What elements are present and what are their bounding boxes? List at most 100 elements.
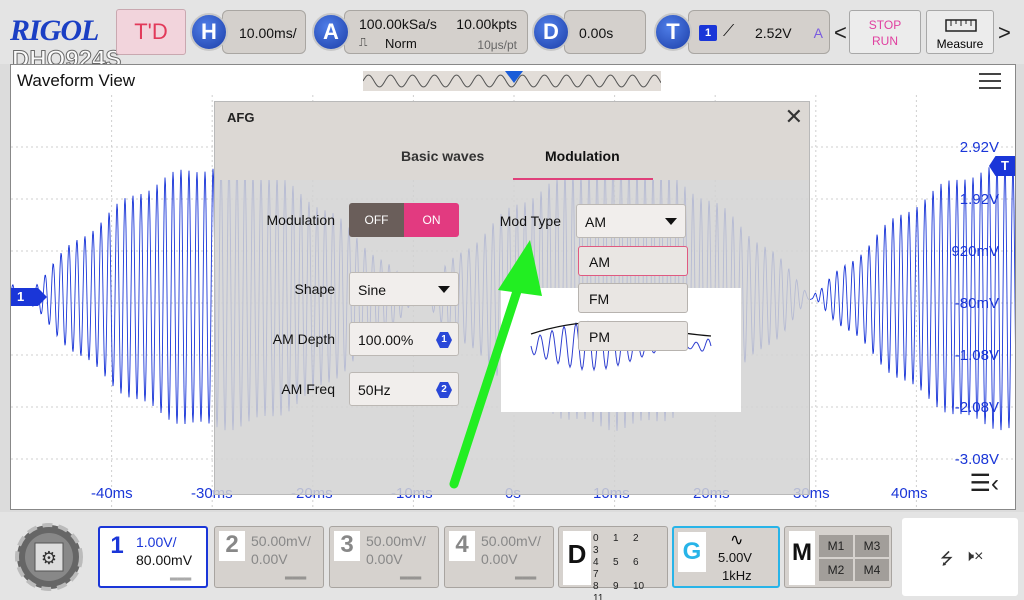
math-box[interactable]: M M1 M3 M2 M4: [784, 526, 892, 588]
vertical-label-1: 1.92V: [959, 191, 999, 208]
d-ch: 3: [593, 545, 599, 556]
speaker-muted-icon[interactable]: 🕨×: [964, 548, 983, 566]
shape-value: Sine: [358, 282, 387, 298]
settings-gear-icon[interactable]: ⚙: [8, 518, 90, 596]
memory-depth: 10.00kpts: [456, 16, 517, 32]
vertical-label-5: -2.08V: [954, 399, 999, 416]
toggle-off[interactable]: OFF: [349, 203, 404, 237]
acquire-badge[interactable]: A: [312, 13, 350, 51]
close-icon[interactable]: ✕: [785, 106, 803, 128]
measure-button[interactable]: Measure: [926, 10, 994, 54]
mod-type-option-am[interactable]: AM: [578, 246, 688, 276]
trigger-source: 1: [699, 25, 717, 41]
math-m2[interactable]: M2: [819, 559, 853, 581]
vertical-label-3: -80mV: [954, 295, 999, 312]
channel-4-box[interactable]: 4 50.00mV/ 0.00V ═══: [444, 526, 554, 588]
digital-channels-box[interactable]: D 0123 4567 891011 12131415: [558, 526, 668, 600]
mod-type-option-fm[interactable]: FM: [578, 283, 688, 313]
mod-type-label: Mod Type: [499, 213, 561, 229]
generator-box[interactable]: G ∿ 5.00V 1kHz: [672, 526, 780, 588]
mod-type-value: AM: [585, 214, 606, 230]
shape-select[interactable]: Sine: [349, 272, 459, 306]
afg-dialog-header: AFG ✕: [215, 102, 809, 132]
channel-1-scale: 1.00V/: [136, 534, 177, 550]
shape-label: Shape: [294, 281, 335, 297]
time-per-point: 10μs/pt: [477, 38, 517, 52]
menu-icon[interactable]: [979, 73, 1001, 89]
afg-dialog: AFG ✕ Basic waves Modulation Modulation …: [214, 101, 810, 495]
horizontal-scale-pill[interactable]: 10.00ms/: [222, 10, 306, 54]
modulation-label: Modulation: [266, 212, 336, 228]
horizontal-badge[interactable]: H: [190, 13, 228, 51]
channel-3-scale: 50.00mV/: [366, 533, 426, 549]
channel-2-number: 2: [219, 531, 245, 561]
dc-coupling-icon: ═══: [285, 573, 307, 584]
delay-value: 0.00s: [579, 25, 614, 41]
sine-wave-icon: ∿: [730, 532, 744, 549]
delay-badge[interactable]: D: [532, 13, 570, 51]
chevron-right-icon[interactable]: >: [998, 20, 1011, 46]
channel-4-scale: 50.00mV/: [481, 533, 541, 549]
d-ch: 0: [593, 533, 599, 544]
triggered-status-button[interactable]: T'D: [116, 9, 186, 55]
channel-2-box[interactable]: 2 50.00mV/ 0.00V ═══: [214, 526, 324, 588]
am-freq-input[interactable]: 50Hz 2: [349, 372, 459, 406]
channel-3-offset: 0.00V: [366, 551, 403, 567]
d-ch: 5: [613, 557, 619, 568]
top-toolbar: RIGOL DHO924S T'D 10.00ms/ H 100.00kSa/s…: [0, 0, 1024, 74]
waveform-view-title: Waveform View: [17, 71, 136, 90]
am-depth-value: 100.00%: [358, 332, 414, 348]
math-m3[interactable]: M3: [855, 535, 889, 557]
delay-pill[interactable]: 0.00s: [564, 10, 646, 54]
d-ch: 1: [613, 533, 619, 544]
modulation-toggle[interactable]: OFF ON: [349, 203, 459, 237]
system-status-box: ⭍ 🕨×: [902, 518, 1018, 596]
tab-basic-waves[interactable]: Basic waves: [401, 148, 484, 164]
dc-coupling-icon: ═══: [515, 573, 537, 584]
channel-4-number: 4: [449, 531, 475, 561]
svg-text:⚙: ⚙: [41, 548, 57, 569]
trigger-pill[interactable]: 1 ⟋ 2.52V A: [688, 10, 830, 54]
toggle-on[interactable]: ON: [404, 203, 459, 237]
horizontal-scale-value: 10.00ms/: [239, 25, 297, 41]
stop-run-button[interactable]: STOP RUN: [849, 10, 921, 54]
am-depth-input[interactable]: 100.00% 1: [349, 322, 459, 356]
tab-modulation[interactable]: Modulation: [545, 148, 620, 164]
channel-1-box[interactable]: 1 1.00V/ 80.00mV ═══: [98, 526, 208, 588]
afg-dialog-title: AFG: [227, 110, 255, 125]
vertical-label-0: 2.92V: [959, 139, 999, 156]
time-label-0: -40ms: [91, 485, 133, 502]
usb-icon[interactable]: ⭍: [940, 548, 953, 575]
channel-1-offset: 80.00mV: [136, 552, 193, 568]
chevron-left-icon[interactable]: <: [834, 20, 847, 46]
d-ch: 2: [633, 533, 639, 544]
run-label: RUN: [872, 34, 898, 48]
acquire-pill[interactable]: 100.00kSa/s 10.00kpts ⎍ Norm 10μs/pt: [344, 10, 528, 54]
mod-type-option-pm[interactable]: PM: [578, 321, 688, 351]
channel-1-number: 1: [104, 532, 130, 562]
math-m1[interactable]: M1: [819, 535, 853, 557]
math-label: M: [789, 531, 815, 585]
caret-down-icon: [438, 286, 450, 293]
channel-3-box[interactable]: 3 50.00mV/ 0.00V ═══: [329, 526, 439, 588]
math-m4[interactable]: M4: [855, 559, 889, 581]
generator-amplitude: 5.00V: [718, 550, 752, 565]
generator-frequency: 1kHz: [722, 568, 752, 583]
vertical-label-4: -1.08V: [954, 347, 999, 364]
d-ch: 4: [593, 557, 599, 568]
am-freq-label: AM Freq: [281, 381, 335, 397]
trigger-badge[interactable]: T: [654, 13, 692, 51]
mod-type-select[interactable]: AM: [576, 204, 686, 238]
am-freq-value: 50Hz: [358, 382, 391, 398]
active-tab-indicator: [513, 178, 653, 180]
d-ch: 8: [593, 581, 599, 592]
trigger-position-marker[interactable]: [505, 71, 523, 83]
collapse-panel-icon[interactable]: ☰‹: [969, 469, 999, 498]
measure-label: Measure: [936, 37, 984, 51]
afg-tabs: Basic waves Modulation: [215, 132, 809, 180]
vertical-label-6: -3.08V: [954, 451, 999, 468]
d-ch: 11: [593, 593, 604, 600]
d-ch: 9: [613, 581, 619, 592]
trigger-level: 2.52V: [755, 25, 792, 41]
trigger-mode: A: [813, 25, 823, 41]
